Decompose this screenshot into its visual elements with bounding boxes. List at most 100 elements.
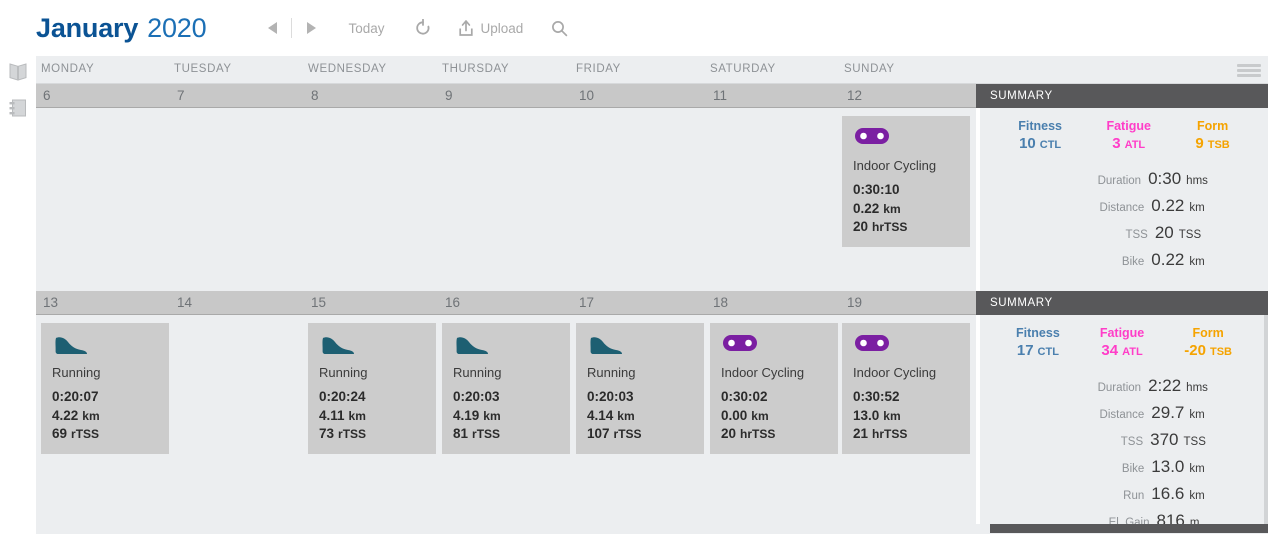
day-number[interactable]: 7	[177, 88, 185, 103]
day-number[interactable]: 6	[43, 88, 51, 103]
pmc-unit: CTL	[1037, 346, 1059, 358]
refresh-icon	[414, 18, 432, 38]
date-nav-group	[259, 13, 324, 43]
activity-card[interactable]: Indoor Cycling 0:30:52 13.0 km 21 hrTSS	[842, 323, 970, 454]
activity-distance: 4.19 km	[453, 407, 560, 426]
pmc-fatigue: Fatigue 34 ATL	[1100, 325, 1144, 362]
day-number[interactable]: 19	[847, 295, 862, 310]
stat-label: Duration	[1097, 175, 1142, 187]
summary-stats: Duration 2:22 hms Distance 29.7 km TSS 3…	[980, 362, 1268, 534]
stat-value: 0.22	[1151, 250, 1185, 269]
pmc-value: 34 ATL	[1101, 342, 1143, 359]
calendar-app: January 2020 Today Upload MONDAY TUESDAY…	[0, 0, 1268, 534]
stat-label: Distance	[1099, 202, 1145, 214]
today-button[interactable]: Today	[348, 21, 384, 36]
activity-tss-value: 20	[721, 426, 737, 441]
activity-duration: 0:20:03	[587, 389, 634, 404]
stat-value: 13.0	[1151, 457, 1185, 476]
stat-unit: hms	[1186, 382, 1208, 394]
activity-tss: 81 rTSS	[453, 425, 560, 444]
activity-duration: 0:20:07	[52, 389, 99, 404]
pmc-form: Form 9 TSB	[1195, 118, 1229, 155]
day-number[interactable]: 17	[579, 295, 594, 310]
pmc-fitness: Fitness 10 CTL	[1018, 118, 1062, 155]
activity-tss-value: 73	[319, 426, 335, 441]
running-shoe-icon	[587, 333, 694, 359]
chevron-right-icon	[306, 22, 316, 34]
running-shoe-icon	[453, 333, 560, 359]
activity-duration: 0:30:10	[853, 182, 900, 197]
activity-tss-unit: rTSS	[71, 427, 100, 441]
activity-duration: 0:30:52	[853, 389, 900, 404]
activity-distance-value: 4.11	[319, 407, 345, 423]
running-shoe-icon	[319, 333, 426, 359]
activity-tss: 20 hrTSS	[853, 218, 960, 237]
week-summary: Fitness 17 CTL Fatigue 34 ATL Form -20 T…	[976, 315, 1268, 533]
activity-card[interactable]: Running 0:20:07 4.22 km 69 rTSS	[41, 323, 169, 454]
week-date-strip: 13 14 15 16 17 18 19 SUMMARY	[36, 291, 1268, 315]
day-number[interactable]: 16	[445, 295, 460, 310]
activity-card[interactable]: Indoor Cycling 0:30:10 0.22 km 20 hrTSS	[842, 116, 970, 247]
activity-distance-value: 13.0	[853, 407, 880, 423]
day-number[interactable]: 9	[445, 88, 453, 103]
activity-tss-unit: rTSS	[338, 427, 367, 441]
pmc-value: 17 CTL	[1016, 342, 1059, 359]
activity-card[interactable]: Running 0:20:03 4.19 km 81 rTSS	[442, 323, 570, 454]
day-number[interactable]: 10	[579, 88, 594, 103]
stat-row: Distance 0.22 km	[980, 196, 1268, 216]
activity-tss-value: 107	[587, 426, 610, 441]
activity-distance-unit: km	[617, 408, 635, 423]
activity-card[interactable]: Running 0:20:24 4.11 km 73 rTSS	[308, 323, 436, 454]
summary-vertical-scrollbar[interactable]	[1264, 315, 1268, 533]
refresh-button[interactable]	[414, 18, 432, 38]
activity-distance-unit: km	[82, 408, 100, 423]
activity-distance-value: 4.19	[453, 407, 480, 423]
activity-tss-value: 69	[52, 426, 68, 441]
stat-unit: km	[1189, 409, 1205, 421]
search-icon	[551, 20, 568, 37]
stat-row: Bike 0.22 km	[980, 250, 1268, 270]
activity-distance-unit: km	[348, 408, 366, 423]
activity-card[interactable]: Indoor Cycling 0:30:02 0.00 km 20 hrTSS	[710, 323, 838, 454]
activity-tss-value: 20	[853, 219, 869, 234]
activity-type: Indoor Cycling	[853, 365, 937, 380]
stat-value: 370	[1150, 430, 1179, 449]
stat-row: Distance 29.7 km	[980, 403, 1268, 423]
dow-thursday: THURSDAY	[442, 63, 510, 75]
stat-label: TSS	[1125, 229, 1148, 241]
search-button[interactable]	[551, 20, 568, 37]
summary-horizontal-scrollbar[interactable]	[976, 524, 1268, 533]
prev-period-button[interactable]	[259, 13, 285, 43]
summary-header: SUMMARY	[976, 84, 1268, 108]
pmc-form: Form -20 TSB	[1184, 325, 1232, 362]
stat-row: TSS 20 TSS	[980, 223, 1268, 243]
activity-distance-unit: km	[883, 201, 901, 216]
stat-value: 29.7	[1151, 403, 1185, 422]
day-number[interactable]: 14	[177, 295, 192, 310]
activity-distance-unit: km	[751, 408, 769, 423]
day-number[interactable]: 12	[847, 88, 862, 103]
day-number[interactable]: 15	[311, 295, 326, 310]
stat-label: Run	[1123, 490, 1145, 502]
activity-tss-unit: hrTSS	[872, 427, 908, 441]
dow-saturday: SATURDAY	[710, 63, 776, 75]
activity-distance: 0.22 km	[853, 200, 960, 219]
activity-tss: 20 hrTSS	[721, 425, 828, 444]
day-number[interactable]: 11	[713, 88, 727, 103]
summary-stats: Duration 0:30 hms Distance 0.22 km TSS 2…	[980, 155, 1268, 287]
stat-unit: TSS	[1178, 229, 1202, 241]
activity-tss: 73 rTSS	[319, 425, 426, 444]
activity-card[interactable]: Running 0:20:03 4.14 km 107 rTSS	[576, 323, 704, 454]
book-icon[interactable]	[7, 61, 29, 83]
scrollbar-thumb[interactable]	[976, 524, 990, 533]
day-number[interactable]: 13	[43, 295, 58, 310]
day-number[interactable]: 8	[311, 88, 319, 103]
menu-icon[interactable]	[1237, 64, 1261, 77]
next-period-button[interactable]	[298, 13, 324, 43]
upload-button[interactable]: Upload	[458, 19, 523, 37]
top-toolbar: January 2020 Today Upload	[0, 0, 1268, 56]
page-icon[interactable]	[7, 97, 29, 119]
day-number[interactable]: 18	[713, 295, 728, 310]
activity-distance: 4.11 km	[319, 407, 426, 426]
summary-header: SUMMARY	[976, 291, 1268, 315]
